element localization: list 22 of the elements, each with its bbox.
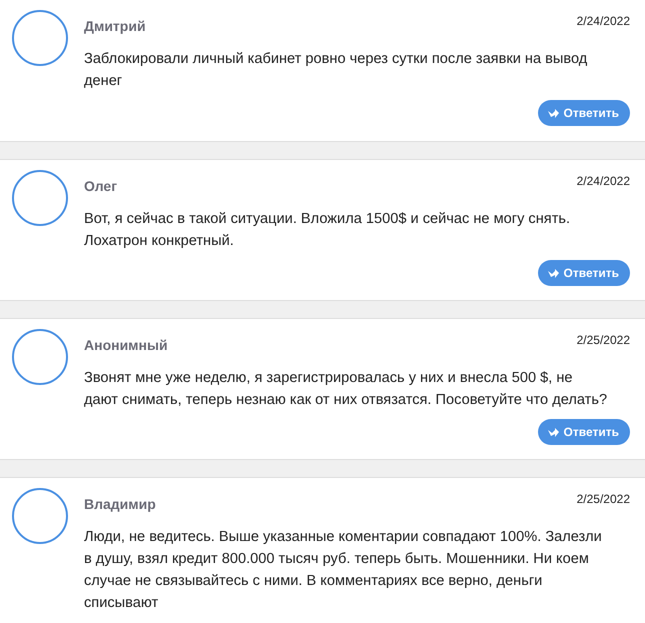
- reply-arrow-icon: [546, 108, 560, 118]
- reply-button[interactable]: Ответить: [538, 100, 630, 126]
- comment-date: 2/24/2022: [576, 13, 630, 30]
- avatar-icon: [12, 488, 68, 544]
- avatar-icon: [12, 329, 68, 385]
- comment-text: Звонят мне уже неделю, я зарегистрировалась у них и внесла 500 $, не дают снимать, теперь незнаю как от них отвязатся. Посоветуйте что делать?: [84, 369, 608, 410]
- comment-text: Заблокировали личный кабинет ровно через сутки после заявки на вывод денег: [84, 50, 588, 91]
- reply-button[interactable]: Ответить: [538, 260, 630, 286]
- comment-date: 2/25/2022: [576, 491, 630, 508]
- comment-date: 2/24/2022: [576, 173, 630, 190]
- author-name: Олег: [84, 177, 118, 196]
- avatar-icon: [12, 170, 68, 226]
- comment-text: Вот, я сейчас в такой ситуации. Вложила 1500$ и сейчас не могу снять. Лохатрон конкретный.: [84, 210, 572, 251]
- avatar-icon: [12, 10, 68, 66]
- comment-date: 2/25/2022: [576, 332, 630, 349]
- author-name: Владимир: [84, 495, 156, 514]
- reply-arrow-icon: [546, 268, 560, 278]
- reply-arrow-icon: [546, 426, 560, 438]
- reply-button[interactable]: Ответить: [538, 419, 630, 445]
- author-name: Дмитрий: [84, 17, 146, 36]
- comment-text: Люди, не ведитесь. Выше указанные коментарии совпадают 100%. Залезли в душу, взял кредит 800.000 тысяч руб. теперь быть. Мошенники. Ни коем случае не связывайтесь с ними. В комментариях все верно, деньги списывают: [84, 528, 603, 613]
- author-name: Анонимный: [84, 336, 168, 355]
